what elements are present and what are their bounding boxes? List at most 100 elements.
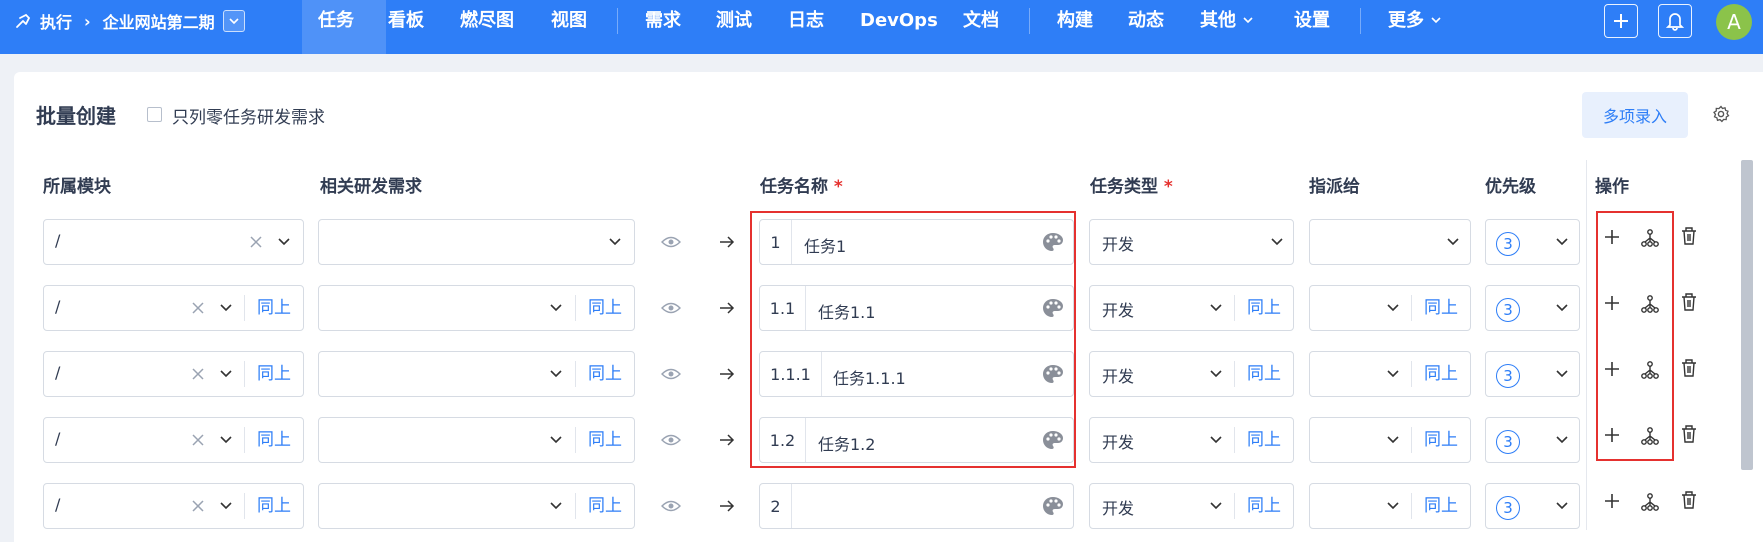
breadcrumb-project[interactable]: 企业网站第二期 [103, 9, 215, 33]
module-select[interactable]: / 同上 [43, 285, 304, 331]
nav-tab-other[interactable]: 其他 [1200, 0, 1254, 42]
same-as-above-button[interactable]: 同上 [1411, 427, 1458, 453]
chevron-down-icon [609, 238, 621, 246]
chevron-down-icon [1556, 370, 1568, 378]
eye-icon[interactable] [661, 367, 681, 381]
same-as-above-button[interactable]: 同上 [1411, 493, 1458, 519]
same-as-above-button[interactable]: 同上 [1234, 427, 1281, 453]
task-type-select[interactable]: 开发 同上 [1089, 351, 1294, 397]
same-as-above-button[interactable]: 同上 [244, 295, 291, 321]
eye-icon[interactable] [661, 433, 681, 447]
module-select[interactable]: / 同上 [43, 483, 304, 529]
create-button[interactable] [1604, 4, 1638, 38]
same-as-above-button[interactable]: 同上 [1234, 295, 1281, 321]
breadcrumb: 执行 › 企业网站第二期 [14, 0, 245, 42]
nav-tab-more[interactable]: 更多 [1388, 0, 1442, 42]
chevron-down-icon [1243, 17, 1253, 24]
same-as-above-button[interactable]: 同上 [244, 427, 291, 453]
nav-tab-build[interactable]: 构建 [1057, 0, 1093, 42]
clear-icon[interactable] [191, 301, 205, 315]
priority-select[interactable]: 3 [1485, 285, 1580, 331]
trash-icon[interactable] [1680, 292, 1698, 312]
nav-tab-story[interactable]: 需求 [645, 0, 681, 42]
trash-icon[interactable] [1680, 358, 1698, 378]
priority-select[interactable]: 3 [1485, 483, 1580, 529]
nav-tab-view[interactable]: 视图 [551, 0, 587, 42]
story-select[interactable]: 同上 [318, 417, 635, 463]
avatar[interactable]: A [1716, 4, 1752, 40]
same-as-above-button[interactable]: 同上 [575, 493, 622, 519]
task-name-input[interactable]: 2 [759, 483, 1074, 529]
arrow-right-icon [720, 302, 735, 314]
vertical-scrollbar[interactable] [1741, 160, 1753, 470]
assign-select[interactable]: 同上 [1309, 351, 1471, 397]
priority-badge: 3 [1496, 298, 1520, 322]
clear-icon[interactable] [191, 367, 205, 381]
same-as-above-button[interactable]: 同上 [244, 493, 291, 519]
breadcrumb-root[interactable]: 执行 [40, 9, 72, 33]
clear-icon[interactable] [191, 433, 205, 447]
same-as-above-button[interactable]: 同上 [575, 295, 622, 321]
assign-select[interactable] [1309, 219, 1471, 265]
module-select[interactable]: / 同上 [43, 351, 304, 397]
same-as-above-button[interactable]: 同上 [244, 361, 291, 387]
same-as-above-button[interactable]: 同上 [1411, 361, 1458, 387]
trash-icon[interactable] [1680, 490, 1698, 510]
chevron-down-icon [1556, 304, 1568, 312]
assign-select[interactable]: 同上 [1309, 417, 1471, 463]
palette-icon[interactable] [1042, 496, 1064, 516]
nav-divider [1029, 8, 1030, 34]
task-type-select[interactable]: 开发 同上 [1089, 285, 1294, 331]
same-as-above-button[interactable]: 同上 [1411, 295, 1458, 321]
nav-tab-settings[interactable]: 设置 [1294, 0, 1330, 42]
trash-icon[interactable] [1680, 424, 1698, 444]
chevron-down-icon [1210, 502, 1222, 510]
project-switch-button[interactable] [222, 10, 245, 32]
nav-tab-log[interactable]: 日志 [788, 0, 824, 42]
story-select[interactable] [318, 219, 635, 265]
priority-select[interactable]: 3 [1485, 351, 1580, 397]
add-row-icon[interactable] [1603, 492, 1621, 510]
nav-tab-doc[interactable]: 文档 [963, 0, 999, 42]
module-value: / [55, 231, 61, 250]
nav-tab-dynamics[interactable]: 动态 [1128, 0, 1164, 42]
priority-select[interactable]: 3 [1485, 417, 1580, 463]
story-select[interactable]: 同上 [318, 285, 635, 331]
task-type-select[interactable]: 开发 同上 [1089, 417, 1294, 463]
task-type-select[interactable]: 开发 同上 [1089, 483, 1294, 529]
notification-button[interactable] [1658, 4, 1692, 38]
nav-tab-test[interactable]: 测试 [716, 0, 752, 42]
clear-icon[interactable] [191, 499, 205, 513]
same-as-above-button[interactable]: 同上 [575, 427, 622, 453]
same-as-above-button[interactable]: 同上 [575, 361, 622, 387]
eye-icon[interactable] [661, 235, 681, 249]
same-as-above-button[interactable]: 同上 [1234, 361, 1281, 387]
story-select[interactable]: 同上 [318, 483, 635, 529]
chevron-down-icon [1431, 17, 1441, 24]
priority-select[interactable]: 3 [1485, 219, 1580, 265]
nav-tab-burndown[interactable]: 燃尽图 [460, 0, 514, 42]
split-subtask-icon[interactable] [1640, 492, 1660, 512]
nav-tab-kanban[interactable]: 看板 [388, 0, 424, 42]
nav-tab-devops[interactable]: DevOps [860, 0, 938, 42]
eye-icon[interactable] [661, 499, 681, 513]
eye-icon[interactable] [661, 301, 681, 315]
col-header-type: 任务类型 * [1090, 177, 1173, 197]
chevron-down-icon [278, 238, 290, 246]
module-select[interactable]: / 同上 [43, 417, 304, 463]
module-select[interactable]: / [43, 219, 304, 265]
chevron-down-icon [1556, 502, 1568, 510]
clear-icon[interactable] [249, 235, 263, 249]
same-as-above-button[interactable]: 同上 [1234, 493, 1281, 519]
zero-task-story-label[interactable]: 只列零任务研发需求 [172, 103, 325, 128]
trash-icon[interactable] [1680, 226, 1698, 246]
nav-tab-task[interactable]: 任务 [318, 0, 354, 42]
story-select[interactable]: 同上 [318, 351, 635, 397]
task-type-select[interactable]: 开发 [1089, 219, 1294, 265]
assign-select[interactable]: 同上 [1309, 483, 1471, 529]
settings-button[interactable] [1712, 105, 1730, 127]
page-title: 批量创建 [36, 104, 116, 128]
assign-select[interactable]: 同上 [1309, 285, 1471, 331]
multi-entry-button[interactable]: 多项录入 [1582, 92, 1688, 138]
zero-task-story-checkbox[interactable] [147, 107, 162, 122]
